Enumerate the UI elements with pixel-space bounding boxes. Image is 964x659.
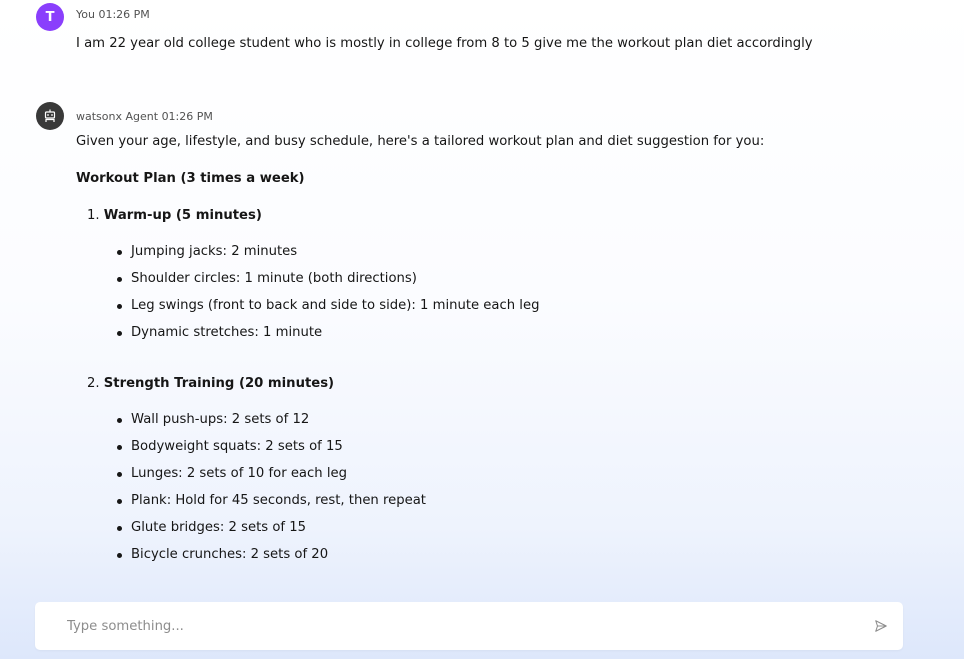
message-input[interactable] [35, 602, 855, 650]
agent-intro-text: Given your age, lifestyle, and busy sche… [76, 134, 765, 149]
user-message-time: 01:26 PM [98, 8, 150, 21]
section-number: 2. [87, 376, 100, 391]
user-sender-name: You [76, 8, 95, 21]
list-item: Lunges: 2 sets of 10 for each leg [115, 466, 426, 493]
section-heading-strength: 2. Strength Training (20 minutes) [87, 376, 334, 392]
agent-message: watsonx Agent 01:26 PM Given your age, l… [36, 102, 944, 582]
agent-sender-name: watsonx Agent [76, 110, 159, 123]
list-item: Jumping jacks: 2 minutes [115, 244, 539, 271]
message-composer [35, 602, 903, 650]
list-item: Dynamic stretches: 1 minute [115, 325, 539, 352]
user-message-meta: You 01:26 PM [76, 8, 150, 21]
workout-plan-title: Workout Plan (3 times a week) [76, 171, 305, 186]
section-title: Warm-up (5 minutes) [103, 208, 262, 223]
robot-icon [44, 109, 56, 122]
user-avatar-initial: T [45, 9, 55, 25]
agent-avatar [36, 102, 64, 130]
list-item: Glute bridges: 2 sets of 15 [115, 520, 426, 547]
section-heading-warmup: 1. Warm-up (5 minutes) [87, 208, 262, 224]
list-item: Plank: Hold for 45 seconds, rest, then r… [115, 493, 426, 520]
list-item: Shoulder circles: 1 minute (both directi… [115, 271, 539, 298]
list-item: Leg swings (front to back and side to si… [115, 298, 539, 325]
warmup-list: Jumping jacks: 2 minutes Shoulder circle… [115, 244, 539, 352]
agent-message-meta: watsonx Agent 01:26 PM [76, 110, 213, 123]
send-icon [875, 620, 887, 632]
list-item: Wall push-ups: 2 sets of 12 [115, 412, 426, 439]
send-button[interactable] [873, 618, 889, 634]
agent-message-time: 01:26 PM [161, 110, 213, 123]
list-item: Bodyweight squats: 2 sets of 15 [115, 439, 426, 466]
section-number: 1. [87, 208, 100, 223]
user-avatar: T [36, 3, 64, 31]
user-message-text: I am 22 year old college student who is … [76, 36, 813, 51]
section-title: Strength Training (20 minutes) [103, 376, 335, 391]
strength-list: Wall push-ups: 2 sets of 12 Bodyweight s… [115, 412, 426, 574]
list-item: Bicycle crunches: 2 sets of 20 [115, 547, 426, 574]
user-message: T You 01:26 PM I am 22 year old college … [36, 3, 944, 53]
